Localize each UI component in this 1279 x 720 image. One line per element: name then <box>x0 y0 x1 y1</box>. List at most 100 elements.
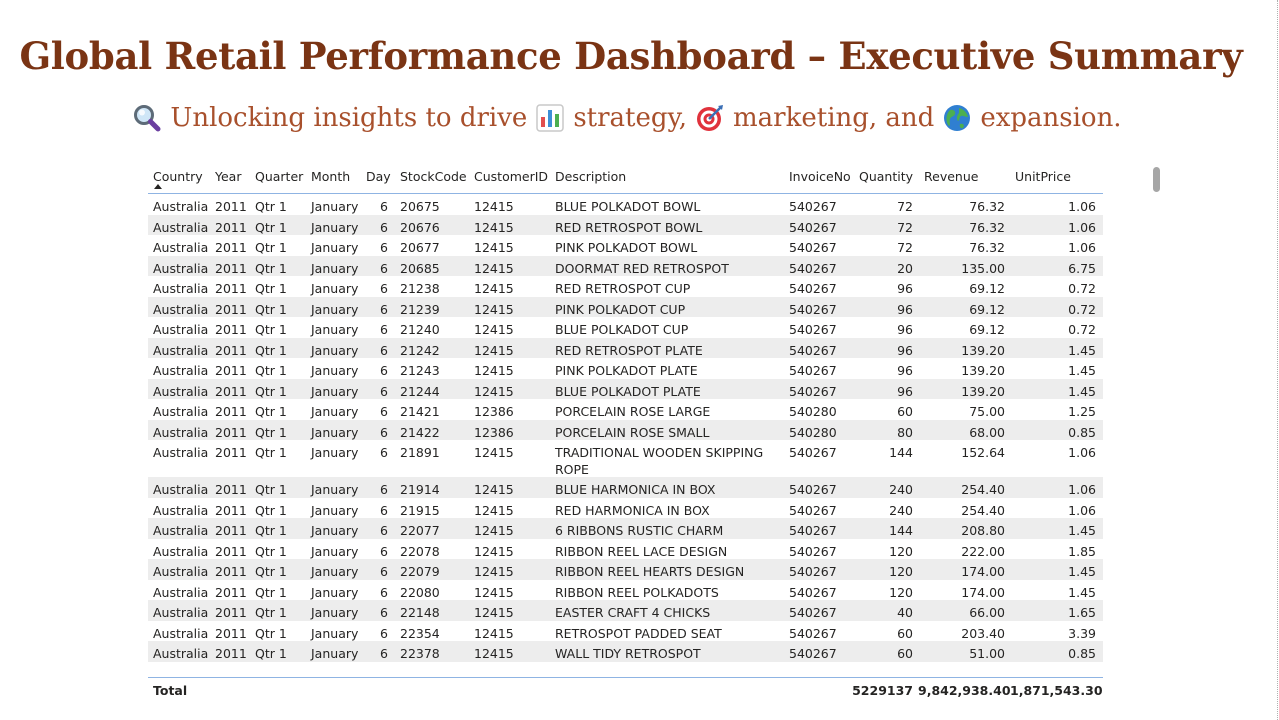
table-row[interactable]: Australia 2011 Qtr 1 6 January 21891 12415 TRAD… <box>148 440 1103 477</box>
column-header-invoiceno[interactable]: InvoiceNo <box>789 169 851 184</box>
column-header-country[interactable]: Country <box>153 169 203 184</box>
cell-year: 2011 <box>215 584 247 600</box>
cell-revenue: 139.20 <box>961 363 1005 378</box>
cell-stockcode: 22078 <box>400 543 440 559</box>
cell-revenue: 69.12 <box>969 301 1005 317</box>
cell-year: 2011 <box>215 260 247 276</box>
cell-invoiceno: 540267 <box>789 363 837 378</box>
column-header-customerid[interactable]: CustomerID <box>474 169 548 184</box>
column-header-revenue[interactable]: Revenue <box>924 169 978 184</box>
cell-quantity: 120 <box>889 543 913 559</box>
cell-description: PINK POLKADOT BOWL <box>555 240 698 255</box>
cell-stockcode: 21914 <box>400 482 440 497</box>
table-scrollbar[interactable] <box>1153 167 1160 192</box>
total-revenue: 9,842,938.40 <box>918 683 1011 698</box>
cell-quarter: Qtr 1 <box>255 240 287 255</box>
cell-country: Australia <box>153 625 209 641</box>
column-header-quarter[interactable]: Quarter <box>255 169 303 184</box>
cell-country: Australia <box>153 445 209 460</box>
cell-customerid: 12415 <box>474 301 514 317</box>
cell-description: WALL TIDY RETROSPOT <box>555 646 701 661</box>
table-row[interactable]: Australia 2011 Qtr 1 6 January 21240 12415 BLUE… <box>148 317 1103 338</box>
cell-country: Australia <box>153 199 209 214</box>
cell-stockcode: 22077 <box>400 523 440 538</box>
cell-unitprice: 0.72 <box>1068 322 1096 337</box>
cell-country: Australia <box>153 322 209 337</box>
cell-quarter: Qtr 1 <box>255 625 287 641</box>
cell-quantity: 96 <box>897 301 913 317</box>
table-row[interactable]: Australia 2011 Qtr 1 6 January 22077 12415 6 RI… <box>148 518 1103 539</box>
cell-customerid: 12415 <box>474 281 514 296</box>
column-header-unitprice[interactable]: UnitPrice <box>1015 169 1071 184</box>
table-row[interactable]: Australia 2011 Qtr 1 6 January 22148 12415 EAST… <box>148 600 1103 621</box>
cell-quarter: Qtr 1 <box>255 646 287 661</box>
table-row[interactable]: Australia 2011 Qtr 1 6 January 22079 12415 RIBB… <box>148 559 1103 580</box>
cell-quarter: Qtr 1 <box>255 260 287 276</box>
table-row[interactable]: Australia 2011 Qtr 1 6 January 21243 12415 PINK… <box>148 358 1103 379</box>
table-row[interactable]: Australia 2011 Qtr 1 6 January 21421 12386 PORC… <box>148 399 1103 420</box>
table-row[interactable]: Australia 2011 Qtr 1 6 January 21238 12415 RED … <box>148 276 1103 297</box>
cell-revenue: 174.00 <box>961 584 1005 600</box>
cell-revenue: 69.12 <box>969 322 1005 337</box>
table-row[interactable]: Australia 2011 Qtr 1 6 January 22378 12415 WALL… <box>148 641 1103 662</box>
cell-revenue: 68.00 <box>969 424 1005 440</box>
cell-quantity: 240 <box>889 502 913 518</box>
column-header-stockcode[interactable]: StockCode <box>400 169 467 184</box>
table-row[interactable]: Australia 2011 Qtr 1 6 January 22354 12415 RETR… <box>148 621 1103 658</box>
table-row[interactable]: Australia 2011 Qtr 1 6 January 21914 12415 BLUE… <box>148 477 1103 498</box>
cell-stockcode: 22148 <box>400 605 440 620</box>
cell-customerid: 12415 <box>474 543 514 559</box>
cell-customerid: 12415 <box>474 260 514 276</box>
cell-month: January <box>311 605 359 620</box>
column-header-quantity[interactable]: Quantity <box>859 169 913 184</box>
column-header-year[interactable]: Year <box>215 169 241 184</box>
cell-quantity: 96 <box>897 342 913 358</box>
cell-description: PORCELAIN ROSE SMALL <box>555 424 710 440</box>
table-row[interactable]: Australia 2011 Qtr 1 6 January 21242 12415 RED … <box>148 337 1103 358</box>
cell-description: PINK POLKADOT CUP <box>555 301 686 317</box>
cell-year: 2011 <box>215 502 247 518</box>
table-row[interactable]: Australia 2011 Qtr 1 6 January 22080 12415 RIBB… <box>148 580 1103 601</box>
target-icon <box>697 105 724 131</box>
subtitle-text-1: Unlocking insights to drive <box>170 103 528 133</box>
table-row[interactable]: Australia 2011 Qtr 1 6 January 20675 12415 BLUE… <box>148 194 1103 215</box>
table-row[interactable]: Australia 2011 Qtr 1 6 January 21915 12415 RED … <box>148 498 1103 519</box>
total-unit-price: 1,871,543.30 <box>1010 683 1103 698</box>
cell-invoiceno: 540267 <box>789 383 837 399</box>
cell-customerid: 12386 <box>474 404 514 419</box>
table-row[interactable]: Australia 2011 Qtr 1 6 January 20676 12415 RED … <box>148 214 1103 235</box>
column-header-day[interactable]: Day <box>366 169 391 184</box>
cell-customerid: 12415 <box>474 240 514 255</box>
cell-quarter: Qtr 1 <box>255 584 287 600</box>
cell-unitprice: 0.72 <box>1068 301 1096 317</box>
cell-stockcode: 21242 <box>400 342 440 358</box>
table-row[interactable]: Australia 2011 Qtr 1 6 January 21244 12415 BLUE… <box>148 378 1103 399</box>
cell-month: January <box>311 260 359 276</box>
table-row[interactable]: Australia 2011 Qtr 1 6 January 21422 12386 PORC… <box>148 419 1103 440</box>
cell-revenue: 76.32 <box>969 199 1005 214</box>
cell-invoiceno: 540280 <box>789 424 837 440</box>
total-label: Total <box>153 683 188 698</box>
column-header-month[interactable]: Month <box>311 169 350 184</box>
cell-invoiceno: 540267 <box>789 564 837 579</box>
cell-description: RED HARMONICA IN BOX <box>555 502 710 518</box>
table-row[interactable]: Australia 2011 Qtr 1 6 January 20685 12415 DOOR… <box>148 255 1103 276</box>
cell-stockcode: 20685 <box>400 260 440 276</box>
table-row[interactable]: Australia 2011 Qtr 1 6 January 20677 12415 PINK… <box>148 235 1103 256</box>
cell-country: Australia <box>153 260 209 276</box>
column-header-description[interactable]: Description <box>555 169 626 184</box>
cell-stockcode: 21239 <box>400 301 440 317</box>
sort-ascending-icon[interactable] <box>154 184 162 189</box>
cell-customerid: 12415 <box>474 625 514 641</box>
cell-year: 2011 <box>215 523 247 538</box>
table-row[interactable]: Australia 2011 Qtr 1 6 January 22078 12415 RIBB… <box>148 539 1103 560</box>
cell-month: January <box>311 199 359 214</box>
cell-description: RED RETROSPOT BOWL <box>555 219 703 235</box>
cell-country: Australia <box>153 363 209 378</box>
cell-month: January <box>311 322 359 337</box>
cell-invoiceno: 540267 <box>789 240 837 255</box>
cell-stockcode: 22079 <box>400 564 440 579</box>
table-row[interactable]: Australia 2011 Qtr 1 6 January 21239 12415 PINK… <box>148 296 1103 317</box>
page-subtitle: Unlocking insights to drive strategy, ma… <box>0 103 1246 133</box>
table-header: Country Year Quarter Month Day StockCode… <box>148 163 1103 194</box>
